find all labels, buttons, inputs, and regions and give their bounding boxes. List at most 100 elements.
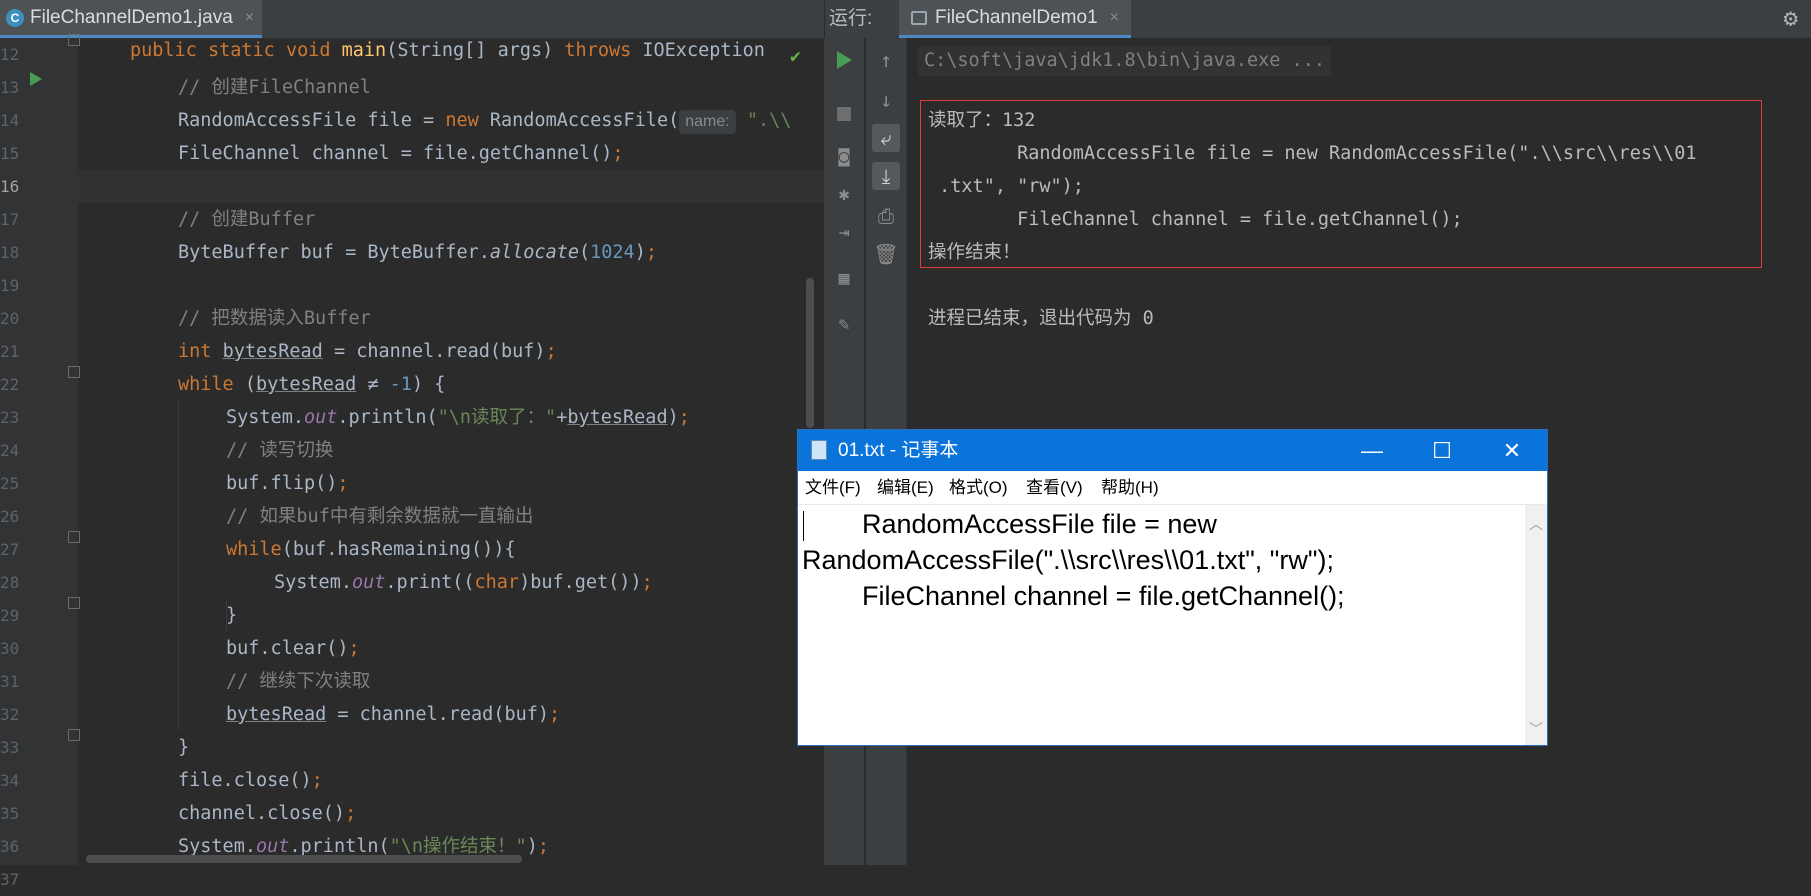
code-line-34: file.close(); bbox=[178, 770, 323, 791]
editor-horizontal-scrollbar[interactable] bbox=[86, 855, 522, 863]
line-number: 34 bbox=[0, 771, 20, 790]
editor-tab-bar: C FileChannelDemo1.java × bbox=[0, 0, 824, 39]
editor-tab-filechanneldemo1[interactable]: C FileChannelDemo1.java × bbox=[0, 0, 262, 38]
soft-wrap-icon[interactable]: ⤶ bbox=[872, 124, 900, 152]
close-icon[interactable]: × bbox=[245, 9, 254, 27]
menu-file[interactable]: 文件(F) bbox=[805, 471, 861, 504]
layout-icon[interactable]: ▦ bbox=[830, 264, 858, 292]
indent-guide bbox=[178, 401, 179, 731]
code-line-32: bytesRead = channel.read(buf); bbox=[226, 704, 561, 725]
line-number: 36 bbox=[0, 837, 20, 856]
print-icon[interactable]: ⎙ bbox=[872, 202, 900, 230]
line-number: 30 bbox=[0, 639, 20, 658]
line-number: 37 bbox=[0, 870, 20, 889]
down-arrow-icon[interactable]: ↓ bbox=[872, 86, 900, 114]
line-number: 35 bbox=[0, 804, 20, 823]
code-line-20: // 把数据读入Buffer bbox=[178, 308, 371, 329]
run-panel-header: 运行: FileChannelDemo1 × ⚙ bbox=[824, 0, 1811, 38]
notepad-vertical-scrollbar[interactable] bbox=[1525, 505, 1547, 745]
code-line-12: public static void main(String[] args) t… bbox=[130, 40, 765, 61]
editor-gutter: 12 13 14 15 16 17 18 19 20 21 22 23 24 2… bbox=[0, 34, 80, 889]
line-number: 19 bbox=[0, 276, 20, 295]
line-number: 32 bbox=[0, 705, 20, 724]
code-line-29: } bbox=[226, 605, 238, 626]
line-number: 13 bbox=[0, 78, 20, 97]
run-tab-filechanneldemo1[interactable]: FileChannelDemo1 × bbox=[899, 0, 1131, 38]
code-line-17: // 创建Buffer bbox=[178, 209, 316, 230]
code-line-13: // 创建FileChannel bbox=[178, 77, 371, 98]
line-number: 20 bbox=[0, 309, 20, 328]
code-line-23: System.out.println("\n读取了："+bytesRead); bbox=[226, 407, 690, 428]
line-number: 16 bbox=[0, 177, 20, 196]
up-arrow-icon[interactable]: ↑ bbox=[872, 46, 900, 74]
close-icon[interactable]: × bbox=[1110, 9, 1119, 27]
notepad-titlebar[interactable]: 01.txt - 记事本 — ☐ ✕ bbox=[798, 430, 1547, 471]
console-icon bbox=[911, 10, 927, 25]
line-number: 33 bbox=[0, 738, 20, 757]
line-number: 25 bbox=[0, 474, 20, 493]
scroll-to-end-icon[interactable]: ⤓ bbox=[872, 162, 900, 190]
code-line-30: buf.clear(); bbox=[226, 638, 360, 659]
code-line-33: } bbox=[178, 737, 190, 758]
line-number: 22 bbox=[0, 375, 20, 394]
line-number: 14 bbox=[0, 111, 20, 130]
maximize-button[interactable]: ☐ bbox=[1407, 430, 1477, 471]
code-line-18: ByteBuffer buf = ByteBuffer.allocate(102… bbox=[178, 242, 657, 263]
editor-tab-title: FileChannelDemo1.java bbox=[30, 6, 233, 28]
console-line: RandomAccessFile file = new RandomAccess… bbox=[928, 143, 1697, 164]
code-line-25: buf.flip(); bbox=[226, 473, 349, 494]
minimize-button[interactable]: — bbox=[1337, 430, 1407, 471]
code-line-35: channel.close(); bbox=[178, 803, 357, 824]
run-label: 运行: bbox=[829, 8, 873, 29]
line-number: 29 bbox=[0, 606, 20, 625]
notepad-title: 01.txt - 记事本 bbox=[838, 440, 959, 461]
line-number: 28 bbox=[0, 573, 20, 592]
menu-edit[interactable]: 编辑(E) bbox=[877, 471, 934, 504]
console-line: FileChannel channel = file.getChannel(); bbox=[928, 209, 1463, 230]
notepad-app-icon bbox=[811, 440, 827, 460]
editor-vertical-scrollbar[interactable] bbox=[806, 278, 814, 428]
console-exit-message: 进程已结束，退出代码为 0 bbox=[928, 308, 1154, 329]
notepad-menubar: 文件(F) 编辑(E) 格式(O) 查看(V) 帮助(H) bbox=[798, 471, 1547, 505]
code-line-27: while(buf.hasRemaining()){ bbox=[226, 539, 516, 560]
line-number: 12 bbox=[0, 45, 20, 64]
notepad-line: RandomAccessFile(".\\src\\res\\01.txt", … bbox=[802, 545, 1334, 575]
line-number: 23 bbox=[0, 408, 20, 427]
menu-help[interactable]: 帮助(H) bbox=[1101, 471, 1159, 504]
line-number: 27 bbox=[0, 540, 20, 559]
console-line: 读取了：132 bbox=[928, 110, 1036, 131]
notepad-window[interactable]: 01.txt - 记事本 — ☐ ✕ 文件(F) 编辑(E) 格式(O) 查看(… bbox=[797, 429, 1548, 746]
line-number: 17 bbox=[0, 210, 20, 229]
menu-format[interactable]: 格式(O) bbox=[949, 471, 1008, 504]
code-line-24: // 读写切换 bbox=[226, 440, 334, 461]
code-line-22: while (bytesRead ≠ -1) { bbox=[178, 374, 446, 395]
stop-icon[interactable] bbox=[830, 100, 858, 128]
code-line-21: int bytesRead = channel.read(buf); bbox=[178, 341, 557, 362]
console-line: .txt", "rw"); bbox=[928, 176, 1084, 197]
line-number: 31 bbox=[0, 672, 20, 691]
console-command: C:\soft\java\jdk1.8\bin\java.exe ... bbox=[918, 46, 1331, 76]
code-line-28: System.out.print((char)buf.get()); bbox=[274, 572, 653, 593]
line-number: 15 bbox=[0, 144, 20, 163]
check-icon: ✔ bbox=[790, 46, 801, 67]
rerun-icon[interactable] bbox=[830, 46, 858, 74]
screenshot-icon[interactable]: ◙ bbox=[830, 142, 858, 170]
trash-icon[interactable]: 🗑 bbox=[872, 240, 900, 268]
pin-icon[interactable]: ✎ bbox=[830, 310, 858, 338]
scroll-up-arrow-icon[interactable]: ︿ bbox=[1529, 514, 1543, 534]
code-editor[interactable]: public static void main(String[] args) t… bbox=[78, 38, 824, 865]
run-gutter-icon[interactable] bbox=[30, 72, 42, 86]
code-line-14: RandomAccessFile file = new RandomAccess… bbox=[178, 104, 791, 137]
debug-bug-icon[interactable]: ✱ bbox=[830, 180, 858, 208]
line-number: 18 bbox=[0, 243, 20, 262]
parameter-hint: name: bbox=[679, 110, 736, 134]
run-tab-title: FileChannelDemo1 bbox=[935, 6, 1098, 28]
code-line-15: FileChannel channel = file.getChannel(); bbox=[178, 143, 624, 164]
line-number: 24 bbox=[0, 441, 20, 460]
exit-icon[interactable]: ⇥ bbox=[830, 218, 858, 246]
scroll-down-arrow-icon[interactable]: ﹀ bbox=[1529, 719, 1543, 739]
menu-view[interactable]: 查看(V) bbox=[1026, 471, 1083, 504]
line-number: 21 bbox=[0, 342, 20, 361]
close-button[interactable]: ✕ bbox=[1477, 430, 1547, 471]
gear-icon[interactable]: ⚙ bbox=[1784, 4, 1798, 32]
